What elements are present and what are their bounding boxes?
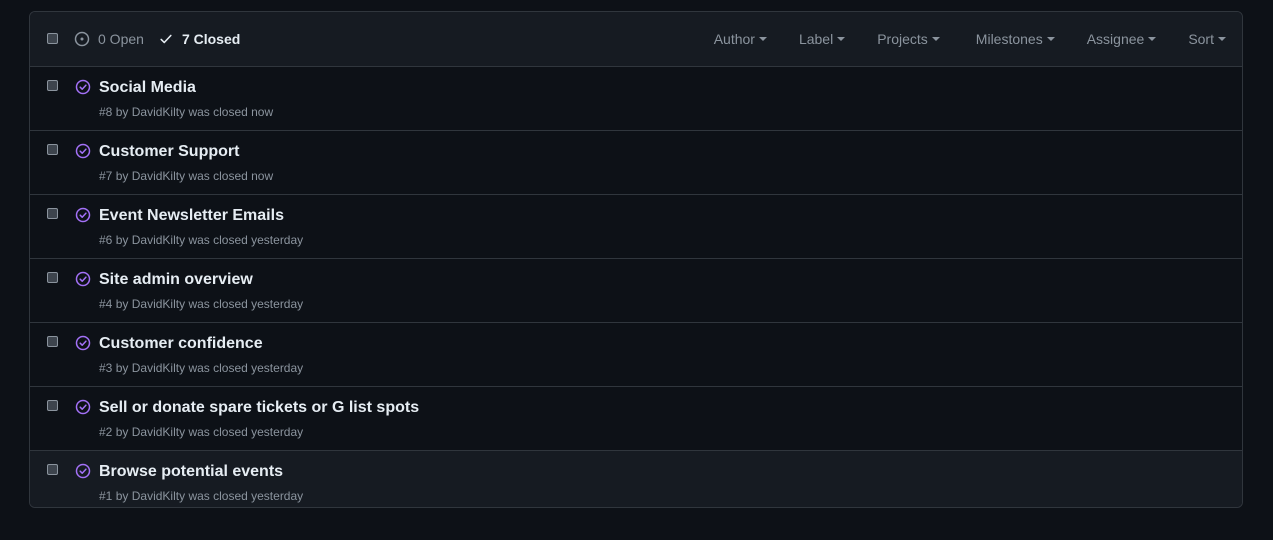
issue-author-link[interactable]: DavidKilty xyxy=(132,105,185,119)
select-all-checkbox[interactable] xyxy=(47,33,58,44)
caret-down-icon xyxy=(758,37,767,41)
issue-meta: #3 by DavidKilty was closed yesterday xyxy=(99,361,303,375)
issue-title-link[interactable]: Sell or donate spare tickets or G list s… xyxy=(99,399,419,417)
label-filter[interactable]: Label xyxy=(783,31,861,47)
issue-checkbox[interactable] xyxy=(47,464,58,475)
issue-row: Site admin overview #4 by DavidKilty was… xyxy=(30,259,1242,323)
issues-panel: 0 Open 7 Closed Author Label Projects Mi… xyxy=(29,11,1243,508)
issue-author-link[interactable]: DavidKilty xyxy=(132,233,185,247)
issue-status: was closed yesterday xyxy=(188,361,304,375)
closed-count-label: 7 Closed xyxy=(181,31,241,47)
caret-down-icon xyxy=(837,37,846,41)
projects-filter-label: Projects xyxy=(877,31,928,47)
issue-closed-icon xyxy=(75,143,91,159)
issue-by: by xyxy=(115,169,129,183)
issue-closed-icon xyxy=(75,335,91,351)
issue-row: Social Media #8 by DavidKilty was closed… xyxy=(30,67,1242,131)
issue-status: was closed yesterday xyxy=(188,489,304,503)
open-issues-tab[interactable]: 0 Open xyxy=(74,31,144,47)
issue-by: by xyxy=(115,361,129,375)
issue-number: #2 xyxy=(99,425,113,439)
issue-meta: #8 by DavidKilty was closed now xyxy=(99,105,273,119)
issue-title-link[interactable]: Customer Support xyxy=(99,143,239,161)
issue-by: by xyxy=(115,297,129,311)
issue-author-link[interactable]: DavidKilty xyxy=(132,169,185,183)
milestones-filter[interactable]: Milestones xyxy=(959,31,1071,47)
issue-status: was closed yesterday xyxy=(188,425,304,439)
issue-number: #6 xyxy=(99,233,113,247)
assignee-filter[interactable]: Assignee xyxy=(1071,31,1173,47)
issue-closed-icon xyxy=(75,207,91,223)
issue-title-link[interactable]: Event Newsletter Emails xyxy=(99,207,284,225)
issue-meta: #7 by DavidKilty was closed now xyxy=(99,169,273,183)
issue-title-link[interactable]: Social Media xyxy=(99,79,196,97)
issue-checkbox[interactable] xyxy=(47,144,58,155)
issue-author-link[interactable]: DavidKilty xyxy=(132,489,185,503)
issue-author-link[interactable]: DavidKilty xyxy=(132,297,185,311)
milestones-filter-label: Milestones xyxy=(975,31,1043,47)
issue-author-link[interactable]: DavidKilty xyxy=(132,361,185,375)
issue-title-link[interactable]: Customer confidence xyxy=(99,335,263,353)
issue-row: Customer Support #7 by DavidKilty was cl… xyxy=(30,131,1242,195)
issue-status: was closed yesterday xyxy=(188,233,304,247)
issue-checkbox[interactable] xyxy=(47,272,58,283)
issue-status: was closed yesterday xyxy=(188,297,304,311)
issue-row: Browse potential events #1 by DavidKilty… xyxy=(30,451,1242,507)
issue-open-icon xyxy=(74,31,90,47)
author-filter-label: Author xyxy=(713,31,755,47)
filter-menus: Author Label Projects Milestones Assigne… xyxy=(698,12,1242,66)
caret-down-icon xyxy=(1148,37,1157,41)
issue-status: was closed now xyxy=(188,105,274,119)
issue-closed-icon xyxy=(75,271,91,287)
caret-down-icon xyxy=(1218,37,1226,41)
caret-down-icon xyxy=(931,37,940,41)
issue-by: by xyxy=(115,425,129,439)
issue-title-link[interactable]: Site admin overview xyxy=(99,271,253,289)
issue-number: #1 xyxy=(99,489,113,503)
assignee-filter-label: Assignee xyxy=(1086,31,1145,47)
closed-issues-tab[interactable]: 7 Closed xyxy=(159,31,240,47)
issue-row: Customer confidence #3 by DavidKilty was… xyxy=(30,323,1242,387)
issue-closed-icon xyxy=(75,399,91,415)
issue-meta: #2 by DavidKilty was closed yesterday xyxy=(99,425,303,439)
caret-down-icon xyxy=(1046,37,1055,41)
issue-number: #3 xyxy=(99,361,113,375)
issue-number: #7 xyxy=(99,169,113,183)
sort-filter-label: Sort xyxy=(1188,31,1214,47)
issue-row: Sell or donate spare tickets or G list s… xyxy=(30,387,1242,451)
state-filters: 0 Open 7 Closed xyxy=(74,12,240,66)
issues-header: 0 Open 7 Closed Author Label Projects Mi… xyxy=(30,12,1242,67)
label-filter-label: Label xyxy=(798,31,834,47)
issue-title-link[interactable]: Browse potential events xyxy=(99,463,283,481)
issue-meta: #6 by DavidKilty was closed yesterday xyxy=(99,233,303,247)
issue-checkbox[interactable] xyxy=(47,208,58,219)
issue-number: #4 xyxy=(99,297,113,311)
check-icon xyxy=(160,34,172,44)
issue-status: was closed now xyxy=(188,169,274,183)
issue-checkbox[interactable] xyxy=(47,336,58,347)
issue-meta: #4 by DavidKilty was closed yesterday xyxy=(99,297,303,311)
issue-checkbox[interactable] xyxy=(47,80,58,91)
author-filter[interactable]: Author xyxy=(698,31,783,47)
issue-closed-icon xyxy=(75,463,91,479)
issue-author-link[interactable]: DavidKilty xyxy=(132,425,185,439)
issue-closed-icon xyxy=(75,79,91,95)
issue-by: by xyxy=(115,105,129,119)
issue-by: by xyxy=(115,489,129,503)
issue-checkbox[interactable] xyxy=(47,400,58,411)
issue-meta: #1 by DavidKilty was closed yesterday xyxy=(99,489,303,503)
projects-filter[interactable]: Projects xyxy=(861,31,959,47)
issue-by: by xyxy=(115,233,129,247)
issue-row: Event Newsletter Emails #6 by DavidKilty… xyxy=(30,195,1242,259)
issue-number: #8 xyxy=(99,105,113,119)
sort-filter[interactable]: Sort xyxy=(1172,31,1242,47)
open-count-label: 0 Open xyxy=(98,31,144,47)
